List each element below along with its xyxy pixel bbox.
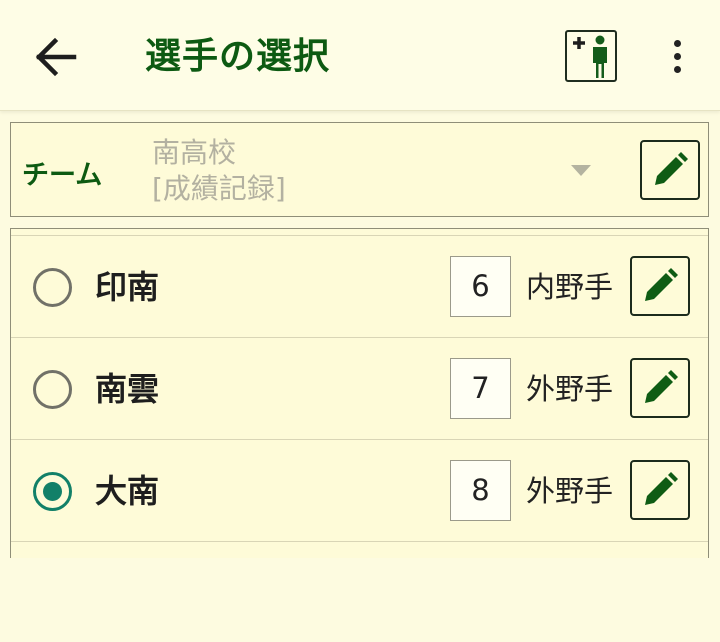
pencil-icon <box>645 472 678 505</box>
player-number: 7 <box>450 358 511 419</box>
team-selector[interactable]: チーム 南高校 [成績記録] <box>10 122 709 217</box>
pencil-icon <box>645 268 678 301</box>
player-list: 印南 6 内野手 南雲 7 外野手 大南 8 外野手 <box>10 228 709 558</box>
team-label: チーム <box>22 160 103 191</box>
player-row[interactable]: 印南 6 内野手 <box>11 235 708 336</box>
player-radio-selected[interactable] <box>33 472 72 511</box>
player-row-partial <box>11 541 708 642</box>
team-dropdown-value[interactable]: 南高校 [成績記録] <box>152 135 286 207</box>
player-number: 8 <box>450 460 511 521</box>
player-number: 6 <box>450 256 511 317</box>
arrow-left-icon <box>35 37 77 77</box>
player-position: 外野手 <box>526 474 614 508</box>
edit-player-button[interactable] <box>630 460 690 520</box>
player-name: 印南 <box>95 268 160 306</box>
edit-team-button[interactable] <box>640 140 700 200</box>
team-school-name: 南高校 <box>152 136 237 169</box>
add-player-button[interactable] <box>565 30 617 82</box>
app-bar: 選手の選択 <box>0 0 720 111</box>
team-record-type: [成績記録] <box>152 172 286 205</box>
player-radio[interactable] <box>33 370 72 409</box>
pencil-icon <box>655 152 688 185</box>
player-row[interactable]: 大南 8 外野手 <box>11 439 708 540</box>
player-row[interactable]: 南雲 7 外野手 <box>11 337 708 438</box>
back-button[interactable] <box>30 34 82 80</box>
player-position: 内野手 <box>526 270 614 304</box>
player-radio[interactable] <box>33 268 72 307</box>
add-person-icon <box>573 35 607 78</box>
edit-player-button[interactable] <box>630 358 690 418</box>
player-position: 外野手 <box>526 372 614 406</box>
edit-player-button[interactable] <box>630 256 690 316</box>
page-title: 選手の選択 <box>145 36 331 77</box>
dropdown-arrow-icon[interactable] <box>571 165 591 176</box>
pencil-icon <box>645 370 678 403</box>
player-name: 大南 <box>95 472 160 510</box>
more-vertical-icon <box>664 40 690 73</box>
more-options-button[interactable] <box>664 36 690 78</box>
player-name: 南雲 <box>95 370 160 408</box>
